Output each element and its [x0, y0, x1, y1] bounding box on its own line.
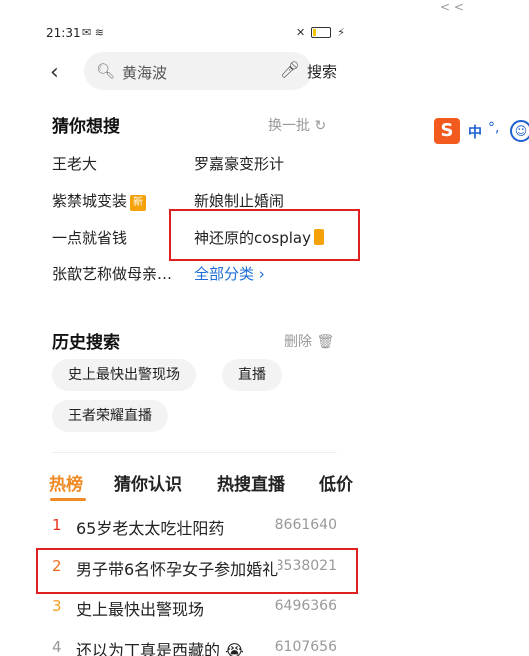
divider: [52, 452, 337, 453]
status-right-icons: ✕ ⚡: [296, 26, 345, 39]
ranking-tabs: 热榜 猜你认识 热搜直播 低价: [32, 470, 357, 510]
history-chip[interactable]: 王者荣耀直播: [52, 400, 168, 432]
all-categories-link[interactable]: 全部分类 ›: [194, 263, 265, 284]
search-button[interactable]: 搜索: [307, 61, 337, 82]
delete-history-button[interactable]: 删除 🗑︎: [284, 331, 334, 351]
rank-count: 8661640: [274, 517, 337, 533]
search-input[interactable]: [120, 60, 274, 84]
corner-mark: < <: [440, 0, 464, 14]
status-bar: 21:31 ✉ ≋ ✕ ⚡: [32, 18, 357, 50]
ime-punctuation[interactable]: °,: [488, 120, 499, 136]
rank-count: 6107656: [274, 639, 337, 655]
rank-count: 6496366: [274, 598, 337, 614]
refresh-label: 换一批: [268, 118, 310, 134]
new-badge: 新: [130, 195, 147, 211]
sogou-logo-icon[interactable]: S: [434, 118, 460, 144]
ime-emoji-icon[interactable]: ☺: [510, 120, 529, 142]
rank-title: 还以为丁真是西藏的 😭: [76, 641, 244, 656]
search-box[interactable]: 🔍︎ 🎤︎: [84, 52, 312, 90]
rank-title: 65岁老太太吃壮阳药: [76, 519, 225, 538]
refresh-button[interactable]: 换一批 ↻: [268, 115, 326, 135]
guess-title: 猜你想搜: [52, 117, 120, 137]
highlight-box: [169, 209, 360, 261]
tab-might-know[interactable]: 猜你认识: [114, 470, 182, 495]
status-time: 21:31: [46, 26, 81, 40]
microphone-icon[interactable]: 🎤︎: [280, 60, 300, 79]
rank-number: 3: [52, 597, 62, 615]
history-chip[interactable]: 史上最快出警现场: [52, 359, 196, 391]
history-title: 历史搜索: [52, 333, 120, 353]
search-icon: 🔍︎: [96, 62, 116, 80]
guess-item[interactable]: 一点就省钱: [52, 227, 127, 248]
tab-hot[interactable]: 热榜: [49, 470, 83, 495]
notification-icons: ✉ ≋: [82, 26, 104, 39]
guess-item[interactable]: 新娘制止婚闹: [194, 190, 284, 211]
search-bar: ‹ 🔍︎ 🎤︎ 搜索: [32, 52, 357, 92]
highlight-box: [36, 548, 358, 594]
tab-low-price[interactable]: 低价: [319, 470, 353, 495]
mute-vibrate-icon: ✕: [296, 26, 306, 39]
refresh-icon: ↻: [314, 118, 327, 134]
rank-title: 史上最快出警现场: [76, 600, 205, 619]
battery-icon: [311, 27, 332, 38]
ranking-row[interactable]: 4 还以为丁真是西藏的 😭 6107656: [32, 629, 357, 656]
battery-fill: [313, 29, 317, 36]
tab-underline: [50, 498, 86, 501]
back-button[interactable]: ‹: [50, 60, 59, 85]
ime-mode-text[interactable]: 中: [468, 122, 482, 142]
guess-item[interactable]: 紫禁城变装新: [52, 190, 147, 211]
ranking-row[interactable]: 1 65岁老太太吃壮阳药 8661640: [32, 507, 357, 545]
ime-toolbar[interactable]: S 中 °, ☺: [434, 118, 529, 146]
rank-number: 1: [52, 516, 62, 534]
tab-hot-live[interactable]: 热搜直播: [217, 470, 285, 495]
guess-item-label: 紫禁城变装: [52, 192, 128, 210]
guess-item[interactable]: 张歆艺称做母亲…: [52, 263, 172, 284]
history-chip[interactable]: 直播: [222, 359, 282, 391]
rank-number: 4: [52, 638, 62, 656]
delete-label: 删除: [284, 334, 312, 350]
charging-icon: ⚡: [337, 26, 345, 39]
guess-item[interactable]: 王老大: [52, 153, 97, 174]
guess-item[interactable]: 罗嘉豪变形计: [194, 153, 284, 174]
trash-icon: 🗑︎: [316, 334, 335, 350]
